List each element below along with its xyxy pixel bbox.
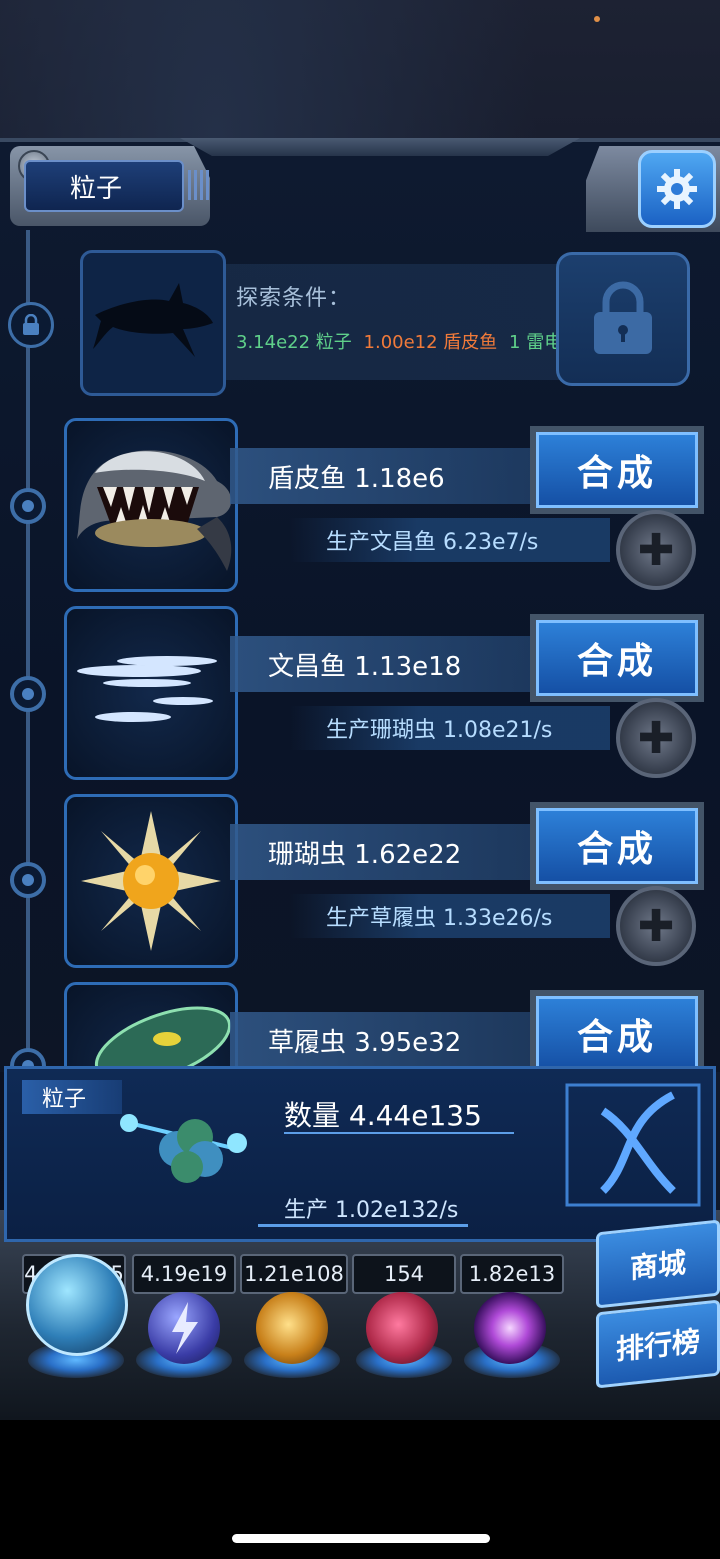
- locked-button[interactable]: [556, 252, 690, 386]
- plus-icon[interactable]: ✚: [616, 886, 696, 966]
- page-title: 粒子: [24, 160, 184, 212]
- title-stripes: [188, 170, 212, 200]
- creature-production: 生产珊瑚虫 1.08e21/s: [290, 706, 610, 750]
- explore-requirements: 3.14e22 粒子 1.00e12 盾皮鱼 1 雷电: [236, 328, 562, 354]
- energy-orb-button[interactable]: [256, 1292, 328, 1364]
- resource-tag: 粒子: [22, 1080, 122, 1114]
- resource-count: 数量 4.44e135: [284, 1099, 482, 1132]
- creature-portrait: [64, 794, 238, 968]
- requirement-item: 3.14e22 粒子: [236, 332, 352, 353]
- synthesize-button[interactable]: 合成: [536, 996, 698, 1066]
- armored-fish-icon: [77, 450, 232, 571]
- requirement-item: 1.00e12 盾皮鱼: [363, 332, 498, 353]
- gear-icon: [657, 169, 697, 209]
- locked-creature-portrait: [80, 250, 226, 396]
- brain-orb-button[interactable]: [366, 1292, 438, 1364]
- resource-slot-count: 4.19e19: [132, 1254, 236, 1294]
- shark-silhouette-icon: [93, 283, 213, 357]
- leaderboard-button[interactable]: 排行榜: [596, 1299, 720, 1389]
- star: [594, 16, 600, 22]
- lock-icon: [594, 281, 652, 354]
- settings-button[interactable]: [638, 150, 716, 228]
- plus-icon[interactable]: ✚: [616, 510, 696, 590]
- creature-row: 文昌鱼 1.13e18 生产珊瑚虫 1.08e21/s 合成 ✚: [60, 606, 720, 780]
- explore-condition-title: 探索条件：: [236, 286, 352, 311]
- synthesize-button[interactable]: 合成: [536, 808, 698, 884]
- creature-production: 生产文昌鱼 6.23e7/s: [290, 518, 610, 562]
- resource-slot-count: 1.82e13: [460, 1254, 564, 1294]
- creature-name: 草履虫 3.95e32: [230, 1012, 570, 1066]
- creature-row: 珊瑚虫 1.62e22 生产草履虫 1.33e26/s 合成 ✚: [60, 794, 720, 968]
- shop-button[interactable]: 商城: [596, 1219, 720, 1309]
- lancelet-icon: [77, 656, 217, 722]
- rail-node: [10, 488, 46, 524]
- plus-icon[interactable]: ✚: [616, 698, 696, 778]
- particle-orb-button[interactable]: [26, 1254, 128, 1356]
- creature-name: 文昌鱼 1.13e18: [230, 636, 570, 692]
- dna-icon: [565, 1083, 701, 1207]
- resource-slot-count: 154: [352, 1254, 456, 1294]
- coral-polyp-icon: [81, 811, 221, 951]
- creature-portrait: [64, 982, 238, 1066]
- locked-creature-row: 探索条件： 3.14e22 粒子 1.00e12 盾皮鱼 1 雷电: [76, 246, 690, 396]
- paramecium-icon: [94, 1006, 232, 1066]
- synthesize-button[interactable]: 合成: [536, 620, 698, 696]
- home-indicator[interactable]: [232, 1534, 490, 1543]
- progress-rail: [26, 230, 30, 1060]
- particle-molecule-icon: [120, 1114, 247, 1183]
- requirement-item: 1 雷电: [509, 332, 563, 353]
- divider: [284, 1132, 514, 1134]
- synthesize-button[interactable]: 合成: [536, 432, 698, 508]
- creature-name: 盾皮鱼 1.18e6: [230, 448, 570, 504]
- panel-top-bar: [180, 138, 580, 156]
- creature-production: 生产草履虫 1.33e26/s: [290, 894, 610, 938]
- creature-row: 盾皮鱼 1.18e6 生产文昌鱼 6.23e7/s 合成 ✚: [60, 418, 720, 592]
- rail-node: [10, 862, 46, 898]
- resource-slot-count: 1.21e108: [240, 1254, 348, 1294]
- rail-node: [10, 676, 46, 712]
- rail-lock-node: [8, 302, 54, 348]
- creature-row: 草履虫 3.95e32 合成: [60, 982, 720, 1066]
- lock-icon: [23, 314, 39, 335]
- lightning-icon: [172, 1302, 198, 1354]
- vortex-orb-button[interactable]: [474, 1292, 546, 1364]
- divider: [258, 1224, 468, 1227]
- resource-production: 生产 1.02e132/s: [284, 1198, 459, 1223]
- creature-portrait: [64, 418, 238, 592]
- lightning-orb-button[interactable]: [148, 1292, 220, 1364]
- creature-portrait: [64, 606, 238, 780]
- creature-name: 珊瑚虫 1.62e22: [230, 824, 570, 880]
